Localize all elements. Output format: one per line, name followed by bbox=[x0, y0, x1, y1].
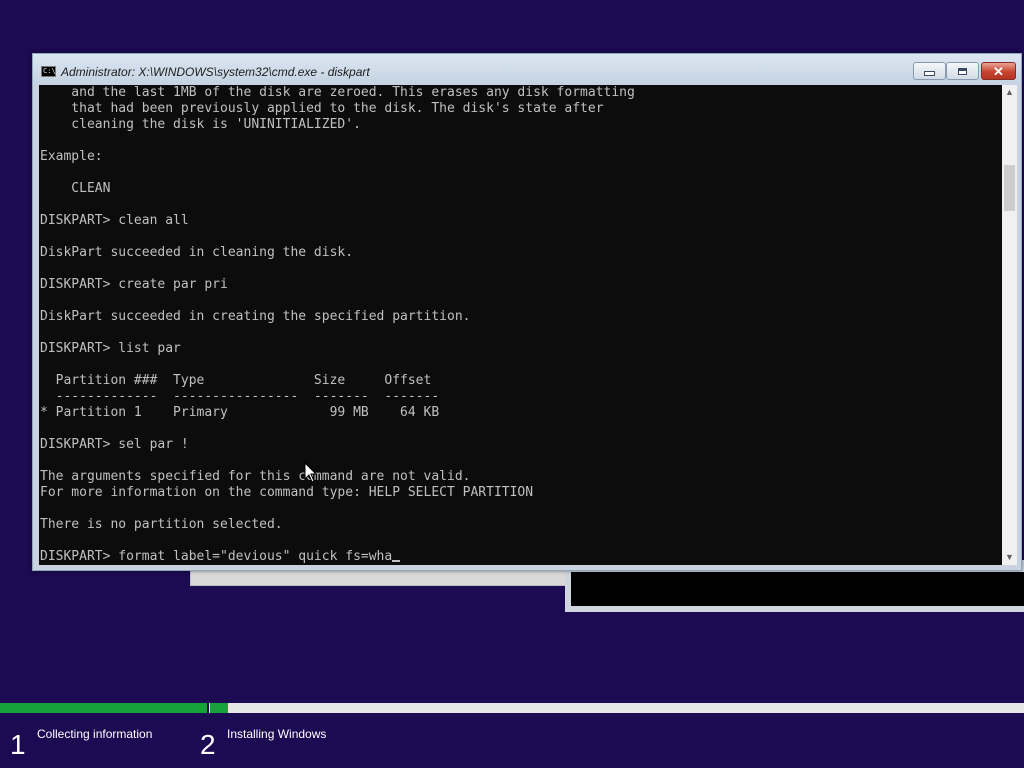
console-line: CLEAN bbox=[71, 181, 111, 196]
text-cursor bbox=[392, 560, 401, 562]
cmd-icon[interactable]: C:\ bbox=[41, 66, 56, 77]
console-line: * Partition 1 Primary 99 MB 64 KB bbox=[40, 405, 440, 420]
maximize-icon bbox=[958, 67, 967, 75]
console-line: that had been previously applied to the … bbox=[71, 101, 604, 116]
progress-separator bbox=[207, 703, 209, 713]
title-bar[interactable]: C:\ Administrator: X:\WINDOWS\system32\c… bbox=[33, 54, 1021, 84]
step-label-collecting: Collecting information bbox=[37, 727, 153, 741]
console-line: For more information on the command type… bbox=[40, 485, 534, 500]
console-line: DISKPART> clean all bbox=[40, 213, 189, 228]
console-line: cleaning the disk is 'UNINITIALIZED'. bbox=[71, 117, 361, 132]
console-line: DISKPART> sel par ! bbox=[40, 437, 189, 452]
background-window-console bbox=[571, 572, 1024, 606]
console-line: There is no partition selected. bbox=[40, 517, 283, 532]
console-output[interactable]: and the last 1MB of the disk are zeroed.… bbox=[39, 85, 1002, 565]
step-label-installing: Installing Windows bbox=[227, 727, 327, 741]
close-icon: ✕ bbox=[993, 63, 1004, 79]
minimize-icon bbox=[924, 71, 935, 76]
console-line: DISKPART> create par pri bbox=[40, 277, 228, 292]
minimize-button[interactable] bbox=[913, 62, 946, 80]
console-line: DISKPART> list par bbox=[40, 341, 181, 356]
window-title: Administrator: X:\WINDOWS\system32\cmd.e… bbox=[61, 65, 370, 79]
maximize-button[interactable] bbox=[946, 62, 979, 80]
console-history: and the last 1MB of the disk are zeroed.… bbox=[40, 85, 635, 532]
cmd-window[interactable]: C:\ Administrator: X:\WINDOWS\system32\c… bbox=[32, 53, 1022, 571]
scroll-down-arrow-icon[interactable]: ▼ bbox=[1002, 550, 1017, 565]
console-line: DiskPart succeeded in creating the speci… bbox=[40, 309, 471, 324]
console-line: and the last 1MB of the disk are zeroed.… bbox=[71, 85, 635, 100]
scrollbar-thumb[interactable] bbox=[1004, 165, 1015, 211]
setup-progress-bar bbox=[0, 703, 1024, 713]
mouse-pointer-icon bbox=[304, 462, 318, 483]
command-input[interactable]: DISKPART> format label="devious" quick f… bbox=[40, 549, 392, 564]
progress-fill-installing bbox=[210, 703, 228, 713]
console-line: Partition ### Type Size Offset bbox=[55, 373, 432, 388]
console-line: Example: bbox=[40, 149, 103, 164]
progress-fill-collecting bbox=[0, 703, 207, 713]
step-number-2: 2 bbox=[200, 729, 216, 760]
vertical-scrollbar[interactable]: ▲ ▼ bbox=[1002, 85, 1017, 565]
console-text: and the last 1MB of the disk are zeroed.… bbox=[40, 85, 635, 565]
step-number-1: 1 bbox=[10, 729, 26, 760]
console-line: The arguments specified for this command… bbox=[40, 469, 471, 484]
console-line: DiskPart succeeded in cleaning the disk. bbox=[40, 245, 354, 260]
scroll-up-arrow-icon[interactable]: ▲ bbox=[1002, 85, 1017, 100]
close-button[interactable]: ✕ bbox=[981, 62, 1016, 80]
console-line: ------------- ---------------- ------- -… bbox=[55, 389, 440, 404]
